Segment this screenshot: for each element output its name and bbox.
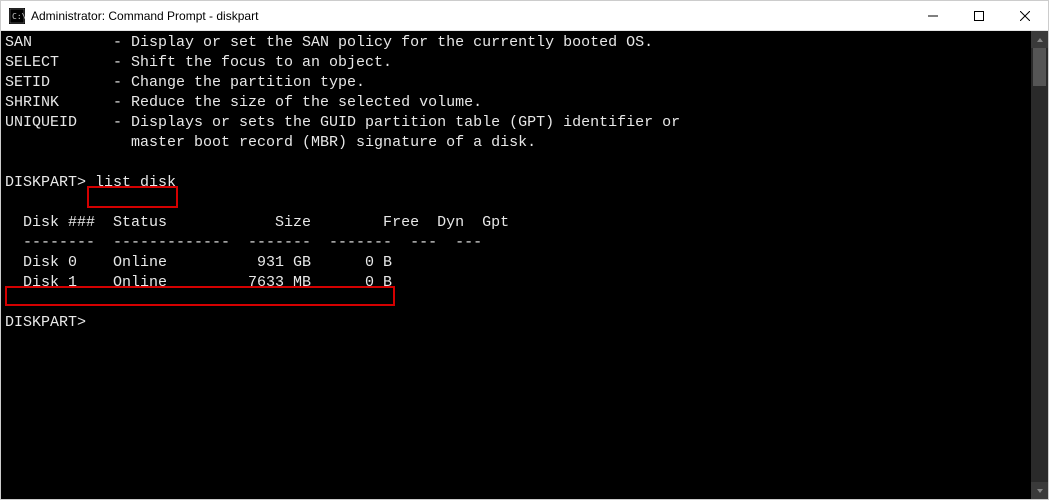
window-title: Administrator: Command Prompt - diskpart (31, 9, 910, 23)
maximize-button[interactable] (956, 1, 1002, 30)
svg-text:C:\: C:\ (12, 12, 25, 21)
scrollbar[interactable] (1031, 31, 1048, 499)
scroll-up-button[interactable] (1031, 31, 1048, 48)
scroll-track[interactable] (1031, 48, 1048, 482)
scroll-down-button[interactable] (1031, 482, 1048, 499)
close-button[interactable] (1002, 1, 1048, 30)
scroll-thumb[interactable] (1033, 48, 1046, 86)
title-bar: C:\ Administrator: Command Prompt - disk… (1, 1, 1048, 31)
title-bar-controls (910, 1, 1048, 30)
cmd-icon: C:\ (9, 8, 25, 24)
command-prompt-window: C:\ Administrator: Command Prompt - disk… (0, 0, 1049, 500)
terminal-output[interactable]: SAN - Display or set the SAN policy for … (1, 31, 1031, 333)
minimize-button[interactable] (910, 1, 956, 30)
